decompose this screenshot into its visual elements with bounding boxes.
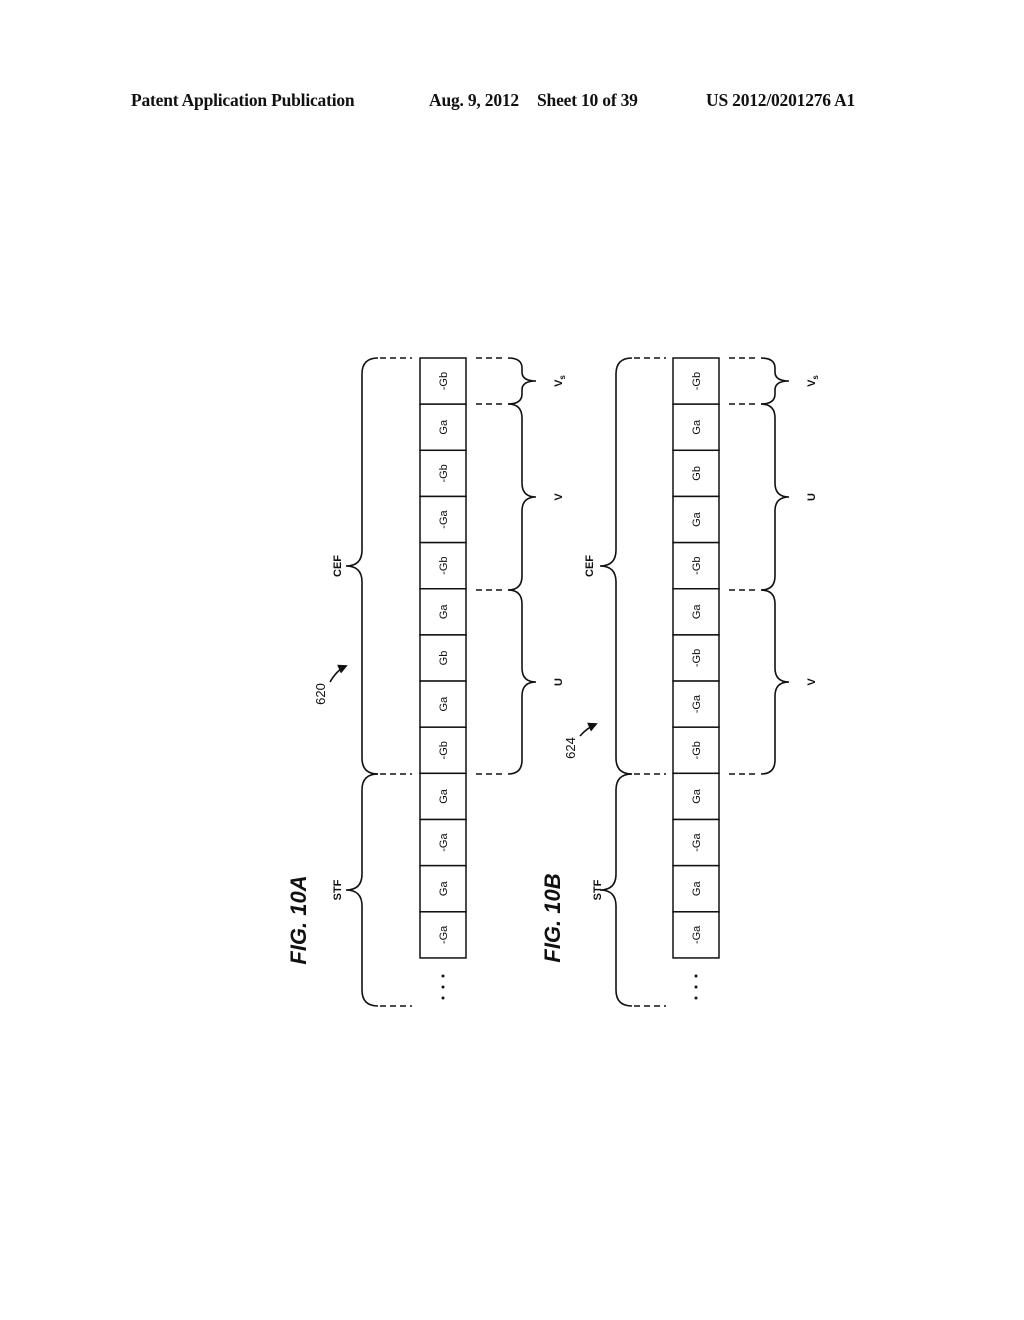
- cell-label: -Gb: [438, 372, 450, 390]
- sequence-cell: -Ga: [419, 495, 467, 544]
- sequence-cell: Ga: [419, 680, 467, 728]
- cell-label: -Ga: [438, 925, 450, 944]
- ref-arrow: [579, 722, 598, 737]
- label-stf: STF: [592, 879, 604, 900]
- sequence-cell: Ga: [672, 495, 720, 544]
- v-brace: [760, 589, 790, 775]
- cell-label: -Ga: [438, 833, 450, 852]
- sequence-cell: -Gb: [672, 541, 720, 590]
- sequence-10a: -Gb Ga -Gb -Ga -Gb Ga Gb Ga -Gb Ga -Ga Ga -Ga: [419, 357, 467, 959]
- cell-label: -Ga: [691, 925, 703, 944]
- sequence-cell: Ga: [672, 772, 720, 821]
- sequence-cell: Ga: [419, 588, 467, 636]
- sequence-cell: -Ga: [419, 911, 467, 959]
- sequence-10b: -Gb Ga Gb Ga -Gb Ga -Gb -Ga -Gb Ga -Ga Ga -Ga: [672, 357, 720, 959]
- cell-label: Ga: [438, 419, 450, 435]
- ref-arrow: [329, 664, 348, 683]
- cell-label: Ga: [691, 788, 703, 804]
- sequence-cell: -Gb: [419, 449, 467, 498]
- cell-label: -Gb: [691, 741, 703, 759]
- label-cef: CEF: [584, 555, 596, 577]
- label-u: U: [806, 493, 818, 501]
- cell-label: -Gb: [691, 557, 703, 575]
- label-v: V: [553, 493, 565, 501]
- ref-numeral-620: 620: [313, 683, 328, 705]
- label-cef: CEF: [332, 555, 344, 577]
- left-dash-lines: [634, 357, 666, 1007]
- sequence-cell: Ga: [419, 772, 467, 821]
- sequence-cell: -Gb: [419, 541, 467, 590]
- sequence-cell: Ga: [419, 864, 467, 913]
- sequence-cell: -Gb: [419, 726, 467, 775]
- cell-label: Ga: [438, 604, 450, 620]
- v-brace: [507, 403, 537, 591]
- cell-label: Ga: [691, 419, 703, 435]
- figure-10b: -Gb Ga Gb Ga -Gb Ga -Gb -Ga -Gb Ga -Ga Ga -Ga Vs U V…: [540, 357, 820, 1007]
- cef-brace: [599, 357, 633, 775]
- figure-caption-10a: FIG. 10A: [286, 875, 311, 964]
- sequence-cell: Ga: [672, 403, 720, 452]
- cell-label: Ga: [691, 604, 703, 620]
- sequence-cell: -Ga: [419, 818, 467, 867]
- cell-label: -Gb: [691, 372, 703, 390]
- sequence-cell: -Gb: [672, 634, 720, 682]
- cell-label: Ga: [691, 511, 703, 527]
- cell-label: Gb: [691, 466, 703, 481]
- figure-caption-10b: FIG. 10B: [540, 873, 565, 962]
- sequence-cell: -Gb: [672, 357, 720, 405]
- cell-label: -Ga: [438, 509, 450, 528]
- stf-brace: [599, 773, 633, 1007]
- right-dash-lines: [476, 357, 506, 775]
- cell-label: -Gb: [691, 649, 703, 667]
- cell-label: Gb: [438, 651, 450, 666]
- sequence-cell: -Ga: [672, 911, 720, 959]
- u-brace: [507, 589, 537, 775]
- label-u: U: [553, 678, 565, 686]
- continuation-dots: [441, 974, 445, 1000]
- cell-label: -Gb: [438, 464, 450, 482]
- cell-label: Ga: [438, 696, 450, 712]
- sequence-cell: Ga: [419, 403, 467, 452]
- sequence-cell: Gb: [672, 449, 720, 498]
- label-v: V: [806, 678, 818, 686]
- cell-label: Ga: [438, 788, 450, 804]
- cell-label: -Ga: [691, 833, 703, 852]
- u-brace: [760, 403, 790, 591]
- sequence-cell: -Gb: [672, 726, 720, 775]
- figure-10a: -Gb Ga -Gb -Ga -Gb Ga Gb Ga -Gb Ga -Ga Ga -Ga Vs V U: [286, 357, 567, 1007]
- sequence-cell: Ga: [672, 864, 720, 913]
- sequence-cell: -Ga: [672, 680, 720, 728]
- left-dash-lines: [380, 357, 412, 1007]
- ref-numeral-624: 624: [563, 737, 578, 759]
- label-vs: Vs: [806, 375, 820, 387]
- cell-label: -Gb: [438, 557, 450, 575]
- right-dash-lines: [729, 357, 759, 775]
- figure-diagram: -Gb Ga -Gb -Ga -Gb Ga Gb Ga -Gb Ga -Ga Ga -Ga Vs V U: [286, 357, 820, 1007]
- stf-brace: [345, 773, 379, 1007]
- sequence-cell: Ga: [672, 588, 720, 636]
- cell-label: -Ga: [691, 694, 703, 713]
- sequence-cell: -Ga: [672, 818, 720, 867]
- cell-label: Ga: [691, 881, 703, 897]
- cell-label: -Gb: [438, 741, 450, 759]
- label-vs: Vs: [553, 375, 567, 387]
- cell-label: Ga: [438, 881, 450, 897]
- vs-brace: [507, 357, 537, 405]
- label-stf: STF: [332, 879, 344, 900]
- vs-brace: [760, 357, 790, 405]
- continuation-dots: [694, 974, 698, 1000]
- sequence-cell: -Gb: [419, 357, 467, 405]
- sequence-cell: Gb: [419, 634, 467, 682]
- cef-brace: [345, 357, 379, 775]
